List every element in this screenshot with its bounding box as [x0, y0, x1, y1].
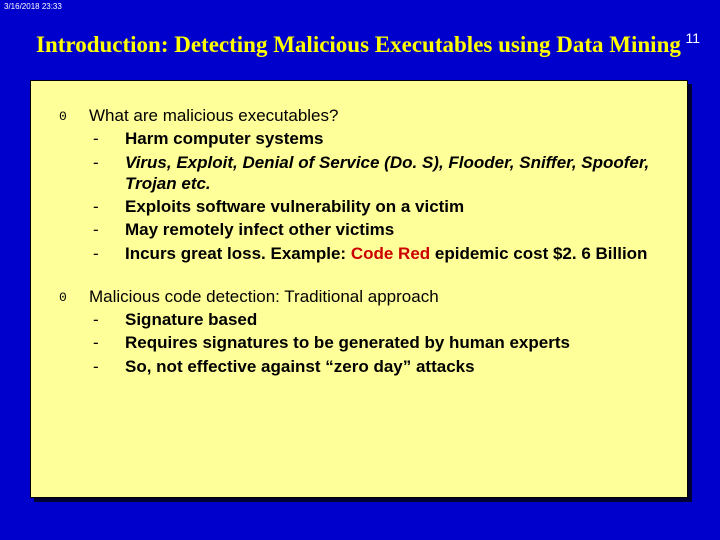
sub-item: - May remotely infect other victims: [89, 219, 659, 240]
dash-icon: -: [89, 356, 125, 377]
dash-icon: -: [89, 309, 125, 330]
sub-text: Signature based: [125, 309, 659, 330]
dash-icon: -: [89, 128, 125, 149]
sub-text: Harm computer systems: [125, 128, 659, 149]
topic-question: Malicious code detection: Traditional ap…: [89, 286, 659, 307]
slide-title: Introduction: Detecting Malicious Execut…: [36, 32, 681, 58]
sub-item: - So, not effective against “zero day” a…: [89, 356, 659, 377]
sub-item: - Requires signatures to be generated by…: [89, 332, 659, 353]
timestamp: 3/16/2018 23:33: [4, 2, 62, 11]
bullet-icon: 0: [59, 286, 89, 377]
topic-body: Malicious code detection: Traditional ap…: [89, 286, 659, 377]
sub-item: - Harm computer systems: [89, 128, 659, 149]
sub-item: - Signature based: [89, 309, 659, 330]
topic-block: 0 Malicious code detection: Traditional …: [59, 286, 659, 377]
bullet-icon: 0: [59, 105, 89, 264]
sub-text: Requires signatures to be generated by h…: [125, 332, 659, 353]
dash-icon: -: [89, 243, 125, 264]
sub-text: Incurs great loss. Example: Code Red epi…: [125, 243, 659, 264]
dash-icon: -: [89, 196, 125, 217]
content-panel: 0 What are malicious executables? - Harm…: [30, 80, 688, 498]
topic-question: What are malicious executables?: [89, 105, 659, 126]
sub-item: - Virus, Exploit, Denial of Service (Do.…: [89, 152, 659, 195]
page-number: 11: [685, 30, 700, 46]
sub-text: May remotely infect other victims: [125, 219, 659, 240]
dash-icon: -: [89, 219, 125, 240]
topic-block: 0 What are malicious executables? - Harm…: [59, 105, 659, 264]
dash-icon: -: [89, 332, 125, 353]
dash-icon: -: [89, 152, 125, 195]
sub-text: Virus, Exploit, Denial of Service (Do. S…: [125, 152, 659, 195]
sub-item: - Incurs great loss. Example: Code Red e…: [89, 243, 659, 264]
topic-body: What are malicious executables? - Harm c…: [89, 105, 659, 264]
sub-text: Exploits software vulnerability on a vic…: [125, 196, 659, 217]
sub-text: So, not effective against “zero day” att…: [125, 356, 659, 377]
sub-item: - Exploits software vulnerability on a v…: [89, 196, 659, 217]
